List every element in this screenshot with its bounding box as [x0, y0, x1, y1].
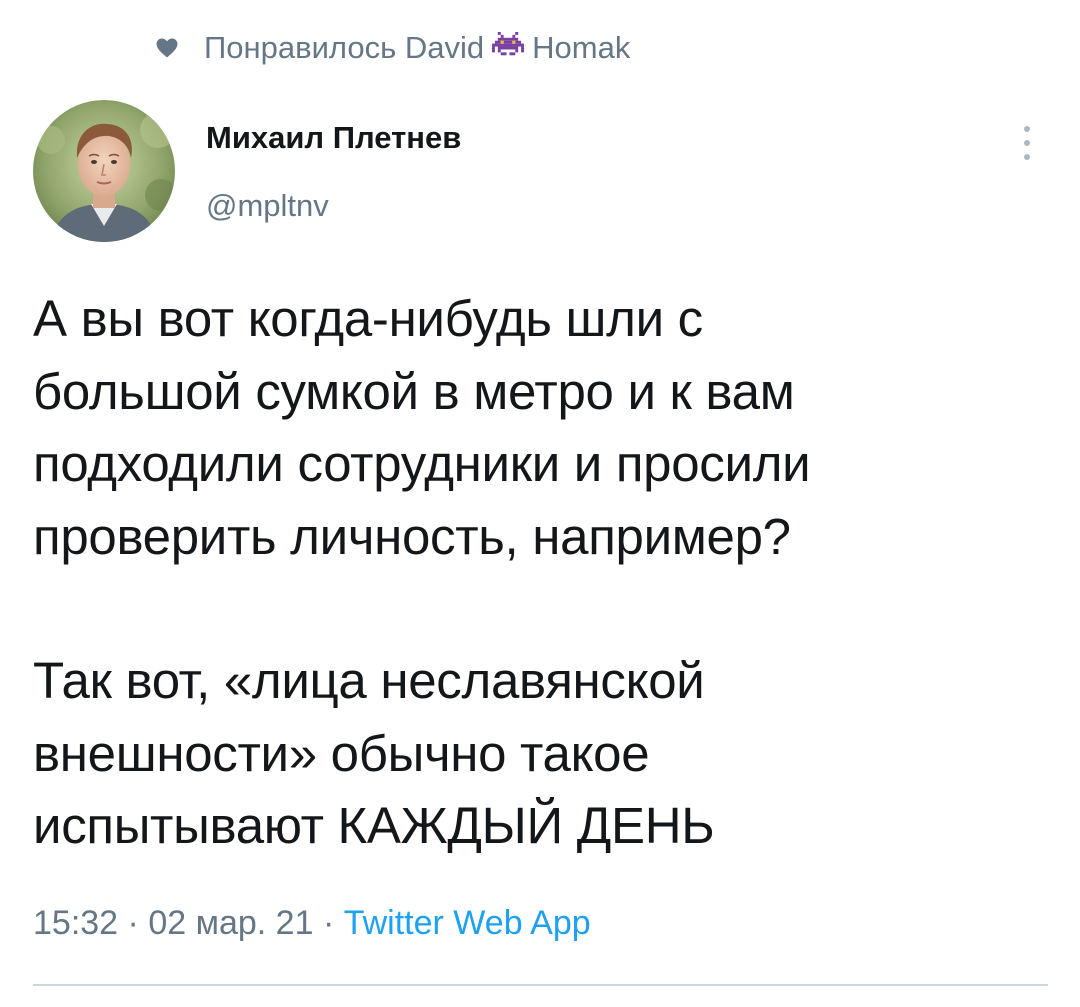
meta-separator: · — [322, 904, 335, 942]
tweet-source-link[interactable]: Twitter Web App — [344, 904, 591, 942]
space-invader-icon — [492, 32, 525, 56]
tweet-text: А вы вот когда-нибудь шли с большой сумк… — [33, 283, 1053, 863]
more-dot-icon — [1024, 126, 1030, 132]
tweet-date[interactable]: 02 мар. 21 — [148, 904, 313, 942]
user-avatar-icon — [33, 100, 175, 242]
author-display-name[interactable]: Михаил Плетнев — [206, 120, 461, 156]
social-context: Понравилось David Homak — [156, 26, 630, 70]
liked-prefix: Понравилось — [204, 30, 397, 65]
meta-separator: · — [127, 904, 139, 942]
liked-user-david[interactable]: David — [405, 30, 484, 66]
author-handle[interactable]: @mpltnv — [206, 188, 329, 224]
tweet-paragraph-2: Так вот, «лица неславянской внешности» о… — [33, 652, 715, 854]
more-dot-icon — [1024, 154, 1030, 160]
more-options-button[interactable] — [1012, 120, 1042, 166]
avatar[interactable] — [33, 100, 175, 242]
tweet-paragraph-1: А вы вот когда-нибудь шли с большой сумк… — [33, 290, 811, 565]
liked-user-homak[interactable]: Homak — [532, 30, 630, 66]
tweet-time[interactable]: 15:32 — [33, 904, 118, 942]
heart-icon — [156, 38, 178, 58]
tweet-meta: 15:32 · 02 мар. 21 · Twitter Web App — [33, 904, 591, 943]
more-dot-icon — [1024, 140, 1030, 146]
divider — [33, 984, 1048, 986]
